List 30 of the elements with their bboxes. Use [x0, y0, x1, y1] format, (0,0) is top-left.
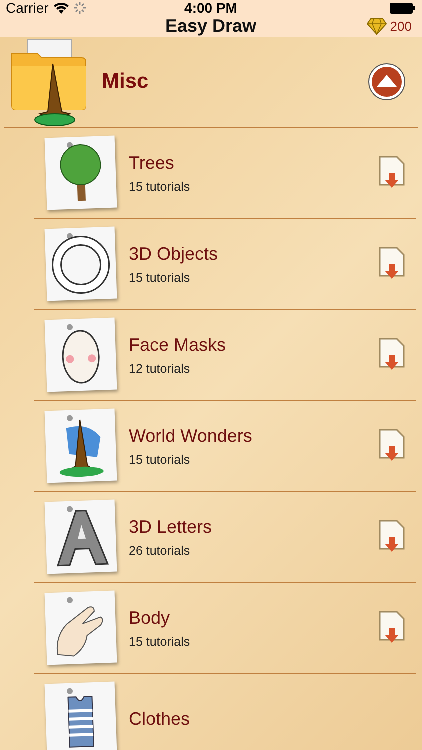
- tutorial-title[interactable]: Clothes: [129, 708, 190, 730]
- category-title: Misc: [102, 70, 149, 94]
- tutorial-count: 12 tutorials: [129, 362, 192, 376]
- gem-count: 200: [390, 19, 412, 34]
- tutorial-title[interactable]: Face Masks: [129, 334, 226, 356]
- diamond-icon: [367, 18, 388, 35]
- tutorial-thumbnail[interactable]: [44, 682, 118, 750]
- tutorial-title[interactable]: Trees: [129, 152, 190, 174]
- tutorial-count: 15 tutorials: [129, 270, 192, 284]
- carrier-label: Carrier: [6, 0, 49, 16]
- tutorial-thumbnail[interactable]: [44, 318, 118, 392]
- tutorial-title[interactable]: Body: [129, 608, 190, 628]
- activity-icon: [74, 2, 86, 14]
- collapse-button[interactable]: [368, 63, 406, 101]
- tutorial-thumbnail[interactable]: [44, 136, 118, 210]
- tutorial-thumbnail[interactable]: [44, 408, 118, 484]
- battery-icon: [390, 2, 416, 14]
- tutorial-thumbnail[interactable]: [44, 226, 118, 302]
- tutorial-count: 15 tutorials: [129, 634, 190, 648]
- tutorial-title[interactable]: 3D Objects: [129, 244, 218, 264]
- tutorial-count: 26 tutorials: [129, 544, 192, 558]
- tutorial-count: 15 tutorials: [129, 452, 192, 466]
- wifi-icon: [54, 2, 69, 14]
- tutorial-thumbnail[interactable]: [44, 500, 118, 574]
- tutorial-title[interactable]: World Wonders: [129, 426, 252, 446]
- tutorial-thumbnail[interactable]: [44, 590, 118, 666]
- tutorial-title[interactable]: 3D Letters: [129, 516, 212, 538]
- status-time: 4:00 PM: [184, 0, 238, 16]
- tutorial-count: 15 tutorials: [129, 180, 190, 194]
- app-title: Easy Draw: [165, 16, 257, 37]
